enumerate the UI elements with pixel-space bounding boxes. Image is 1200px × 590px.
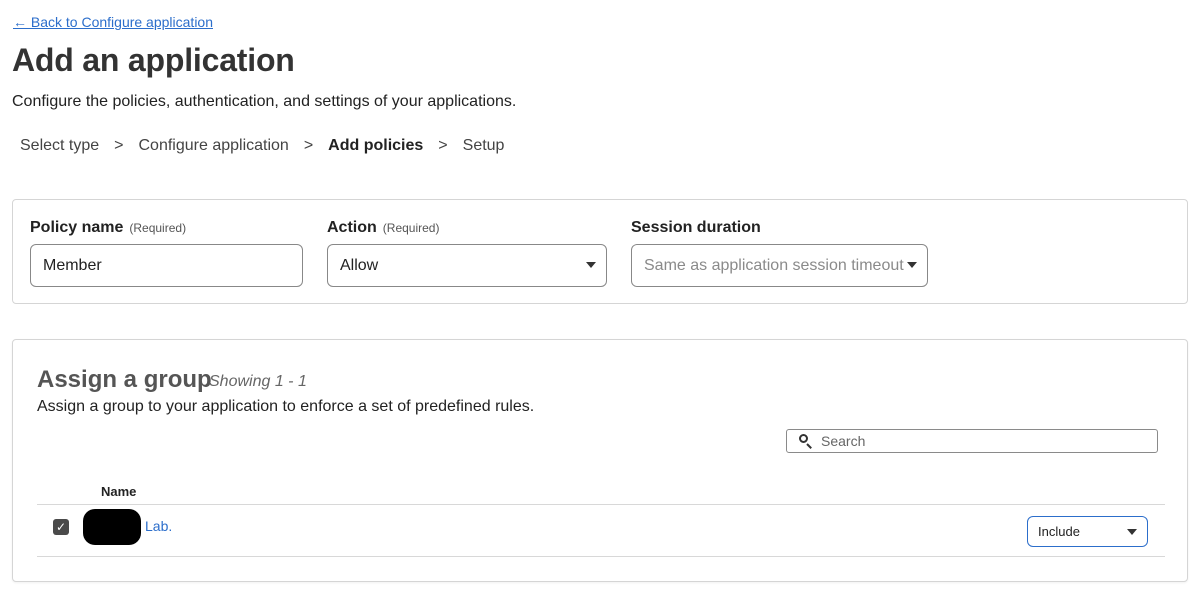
required-hint: (Required) xyxy=(382,221,440,235)
chevron-down-icon xyxy=(907,262,917,268)
action-label-text: Action xyxy=(327,219,377,236)
assign-group-card: Assign a group Showing 1 - 1 Assign a gr… xyxy=(12,339,1188,582)
step-add-policies: Add policies xyxy=(328,137,424,154)
step-separator: > xyxy=(303,137,314,154)
checkmark-icon: ✓ xyxy=(55,520,67,534)
column-header-name[interactable]: Name xyxy=(101,484,136,499)
session-duration-placeholder: Same as application session timeout xyxy=(644,256,904,274)
back-link[interactable]: ← Back to Configure application xyxy=(13,14,213,30)
page-title: Add an application xyxy=(12,42,295,78)
session-duration-field: Session duration Same as application ses… xyxy=(631,219,928,287)
group-search xyxy=(786,429,1158,453)
result-count: Showing 1 - 1 xyxy=(209,373,307,390)
assign-group-title: Assign a group xyxy=(37,366,212,393)
policy-name-value: Member xyxy=(43,256,102,274)
policy-name-label-text: Policy name xyxy=(30,219,124,236)
step-select-type: Select type xyxy=(20,137,100,154)
required-hint: (Required) xyxy=(129,221,187,235)
include-value: Include xyxy=(1038,524,1080,539)
policy-name-label: Policy name (Required) xyxy=(30,219,186,241)
action-value: Allow xyxy=(340,256,379,274)
redacted-avatar xyxy=(83,509,141,545)
policy-name-input[interactable]: Member xyxy=(30,244,303,287)
chevron-down-icon xyxy=(586,262,596,268)
session-duration-label: Session duration xyxy=(631,219,761,236)
search-icon xyxy=(799,434,813,449)
action-select[interactable]: Allow xyxy=(327,244,607,287)
table-row-divider xyxy=(37,556,1165,557)
policy-settings-card: Policy name (Required) Member Action (Requ… xyxy=(12,199,1188,304)
chevron-down-icon xyxy=(1127,529,1137,535)
wizard-stepper: Select type > Configure application > Ad… xyxy=(20,137,504,155)
step-separator: > xyxy=(114,137,124,154)
policy-name-field: Policy name (Required) Member xyxy=(30,219,303,287)
step-setup: Setup xyxy=(462,137,505,154)
page-subtitle: Configure the policies, authentication, … xyxy=(12,93,517,110)
search-input[interactable] xyxy=(821,433,1121,449)
session-duration-select[interactable]: Same as application session timeout xyxy=(631,244,928,287)
include-select[interactable]: Include xyxy=(1027,516,1148,547)
group-name-link[interactable]: Lab. xyxy=(145,518,172,534)
step-configure-application: Configure application xyxy=(138,137,289,154)
step-separator: > xyxy=(438,137,448,154)
action-field: Action (Required) Allow xyxy=(327,219,607,287)
row-checkbox[interactable]: ✓ xyxy=(53,519,69,535)
action-label: Action (Required) xyxy=(327,219,439,241)
assign-group-description: Assign a group to your application to en… xyxy=(37,398,535,415)
table-header-divider xyxy=(37,504,1165,505)
